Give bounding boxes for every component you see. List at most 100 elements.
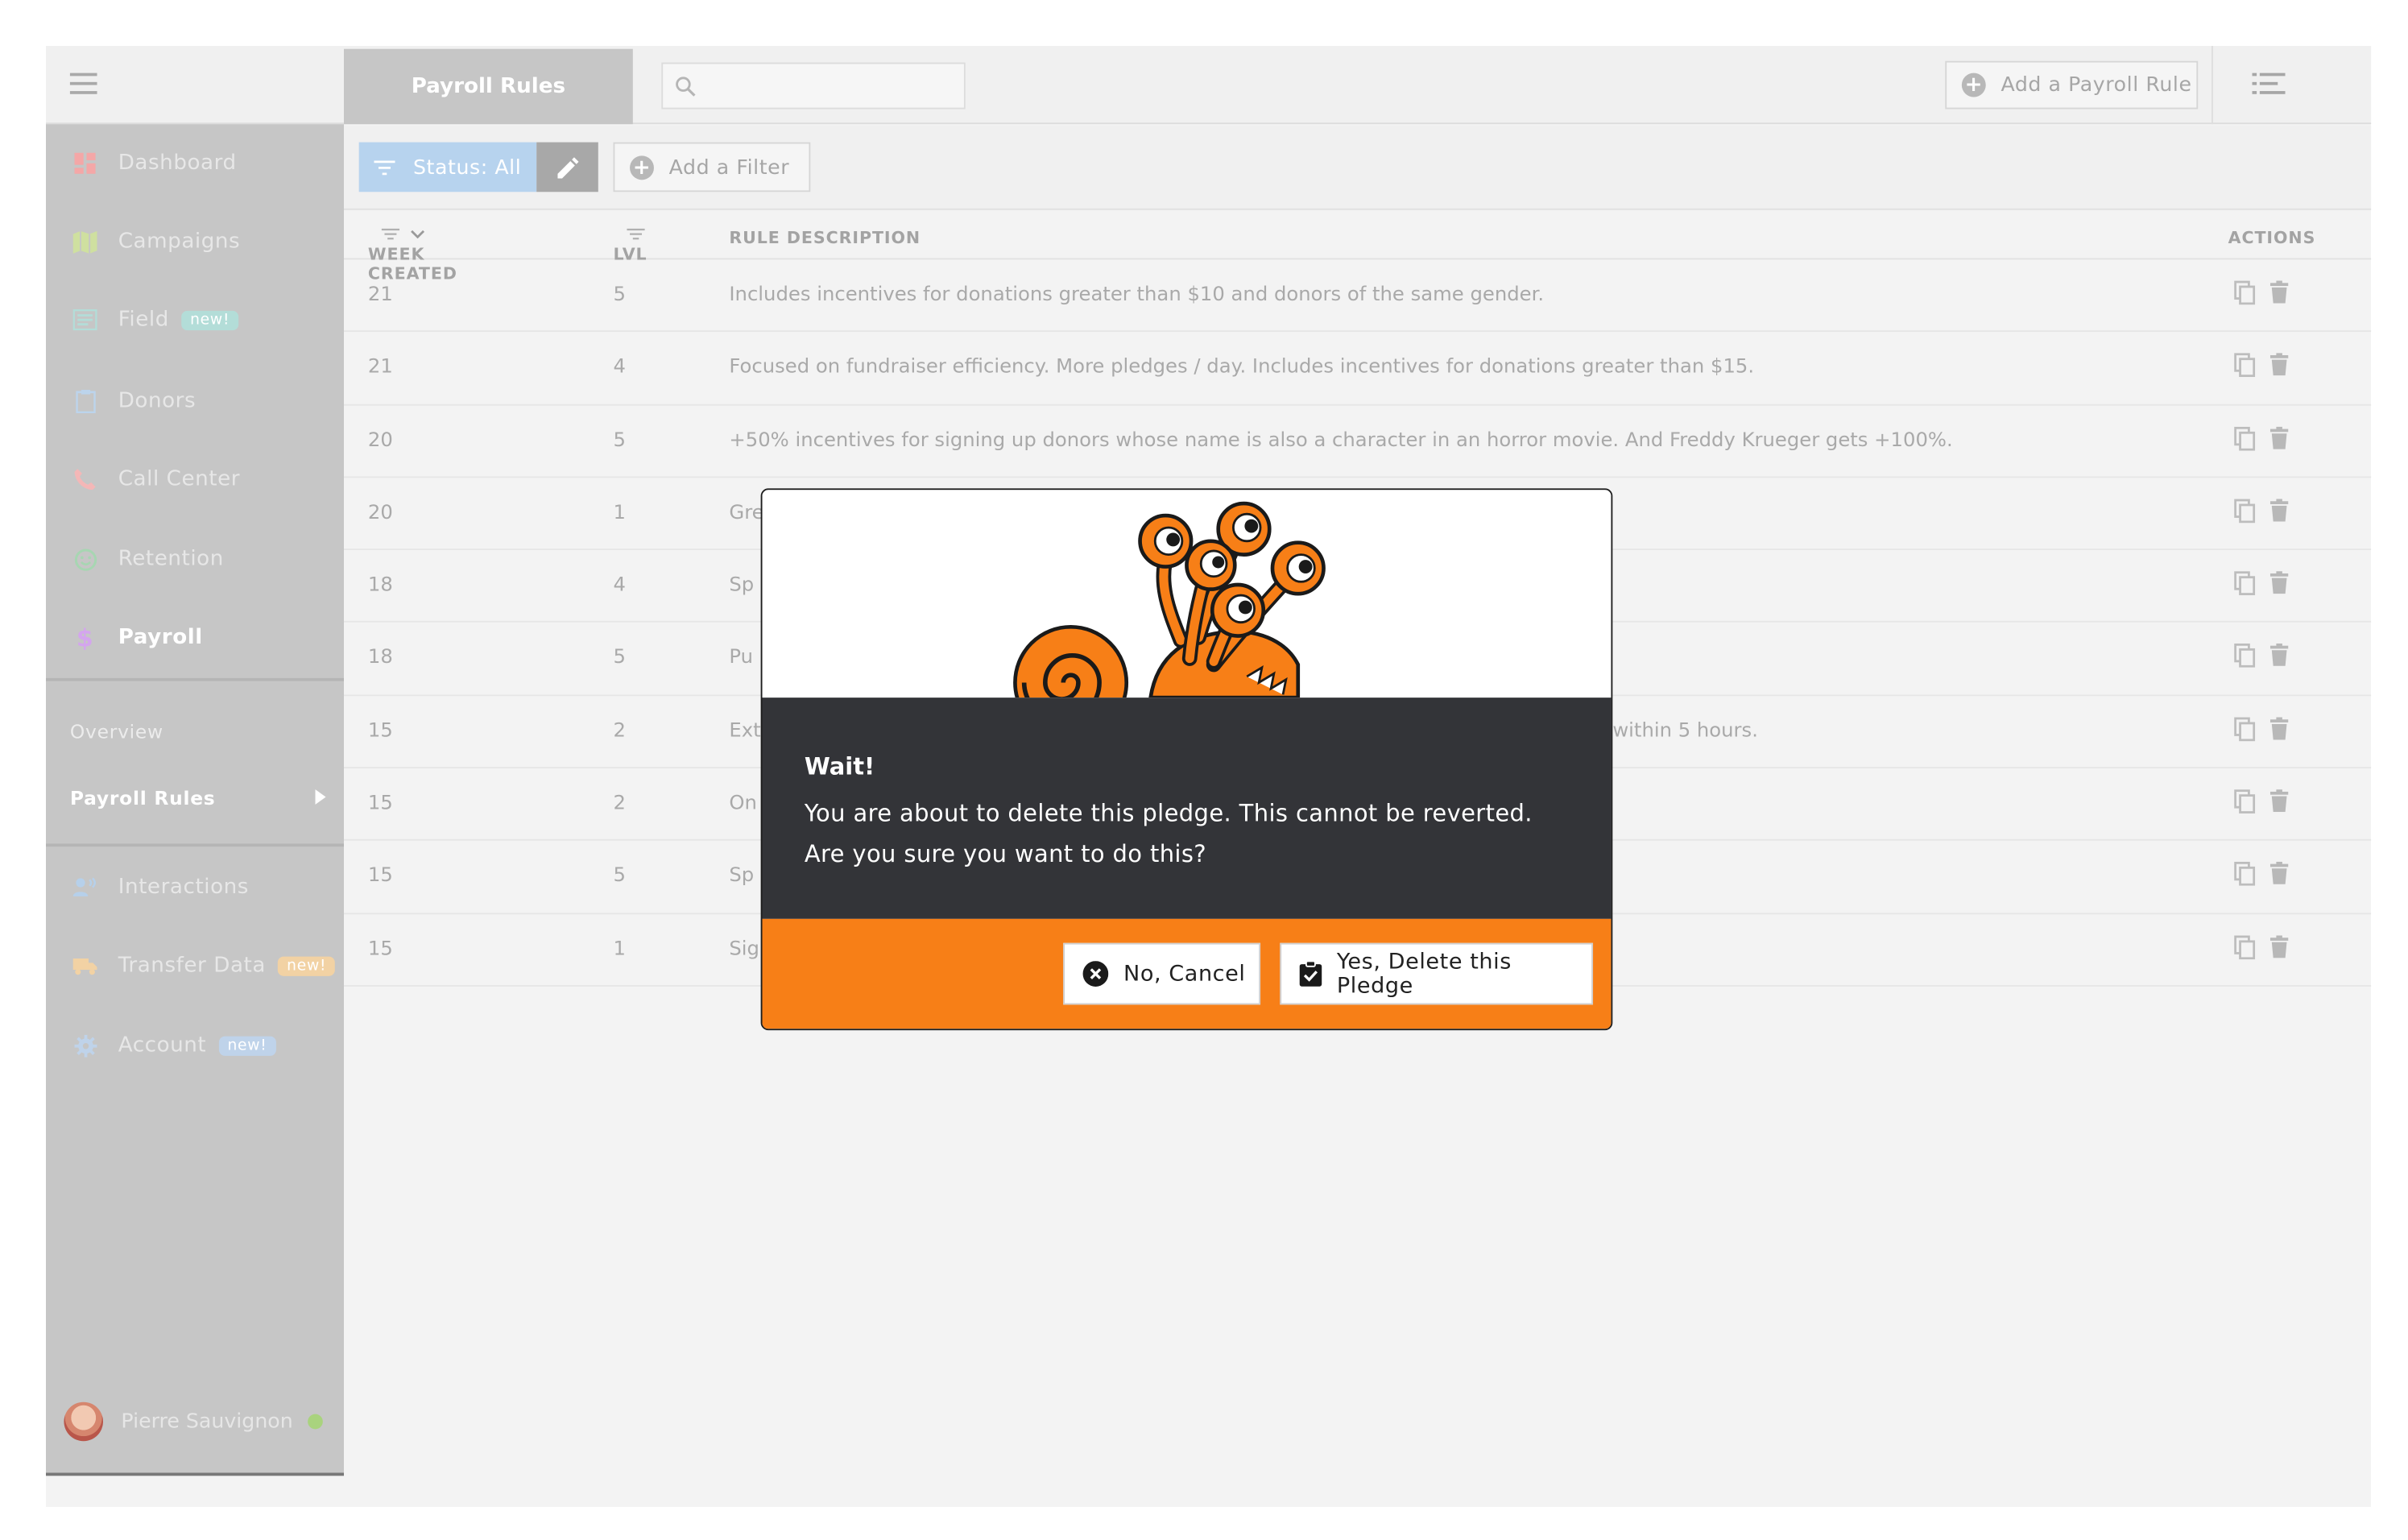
cell-week: 15 [367, 719, 393, 743]
sidebar-item-label: Donors [118, 389, 197, 413]
sidebar-item-call-center[interactable]: Call Center [46, 449, 344, 510]
copy-icon[interactable] [2234, 862, 2256, 892]
search-input[interactable] [708, 74, 950, 97]
hamburger-menu-icon[interactable] [69, 72, 97, 94]
cell-week: 15 [367, 938, 393, 961]
confirm-delete-button[interactable]: Yes, Delete this Pledge [1280, 942, 1594, 1005]
status-filter-chip[interactable]: Status: All [358, 142, 537, 192]
button-label: Yes, Delete this Pledge [1336, 950, 1512, 998]
row-actions [2234, 499, 2303, 528]
sidebar-divider [46, 843, 345, 847]
sidebar-item-retention[interactable]: Retention [46, 529, 344, 590]
filter-bar: Status: All + Add a Filter [344, 126, 2372, 210]
copy-icon[interactable] [2234, 280, 2256, 311]
cell-week: 21 [367, 284, 393, 307]
sidebar-item-label: Campaigns [118, 229, 241, 254]
trash-icon[interactable] [2269, 789, 2289, 819]
table-row[interactable]: 21 5 Includes incentives for donations gre… [344, 259, 2372, 333]
cell-lvl: 5 [613, 284, 626, 307]
sidebar-divider [46, 677, 345, 681]
row-actions [2234, 644, 2303, 674]
row-actions [2234, 571, 2303, 602]
table-row[interactable]: 20 5 +50% incentives for signing up donors… [344, 405, 2372, 478]
plus-circle-icon: + [630, 155, 654, 180]
sidebar-item-label: Call Center [118, 467, 241, 492]
copy-icon[interactable] [2234, 789, 2256, 819]
sidebar-header [46, 46, 345, 125]
cell-week: 20 [367, 502, 393, 525]
copy-icon[interactable] [2234, 571, 2256, 602]
chip-label: Status: All [412, 155, 522, 180]
cell-week: 15 [367, 793, 393, 816]
clipboard-check-icon [1299, 961, 1322, 987]
column-header-lvl[interactable]: LVL [613, 228, 647, 264]
copy-icon[interactable] [2234, 499, 2256, 528]
trash-icon[interactable] [2269, 353, 2289, 383]
copy-icon[interactable] [2234, 717, 2256, 747]
page-title: Payroll Rules [344, 48, 633, 125]
edit-filter-button[interactable] [536, 142, 598, 192]
new-badge: new! [180, 309, 239, 330]
new-badge: new! [218, 1035, 276, 1055]
field-icon [72, 308, 97, 332]
trash-icon[interactable] [2269, 571, 2289, 602]
avatar [64, 1401, 104, 1442]
map-icon [72, 230, 97, 254]
trash-icon[interactable] [2269, 934, 2289, 965]
row-actions [2234, 426, 2303, 456]
trash-icon[interactable] [2269, 499, 2289, 528]
button-label: Add a Payroll Rule [2000, 72, 2192, 97]
list-view-icon[interactable] [2252, 72, 2286, 96]
row-actions [2234, 280, 2303, 311]
sidebar-item-label: Retention [118, 547, 224, 572]
screen: Dashboard Campaigns Field new! Donors Ca… [46, 46, 2372, 1476]
add-payroll-rule-button[interactable]: + Add a Payroll Rule [1945, 60, 2199, 110]
copy-icon[interactable] [2234, 644, 2256, 674]
close-circle-icon [1082, 961, 1109, 987]
sidebar-item-campaigns[interactable]: Campaigns [46, 212, 344, 272]
trash-icon[interactable] [2269, 862, 2289, 892]
column-header-week-created[interactable]: WEEK CREATED [368, 228, 457, 284]
copy-icon[interactable] [2234, 426, 2256, 456]
cell-lvl: 4 [613, 574, 626, 598]
sidebar-item-field[interactable]: Field new! [46, 290, 344, 350]
search-box[interactable] [661, 62, 966, 110]
copy-icon[interactable] [2234, 934, 2256, 965]
column-header-actions: ACTIONS [2228, 228, 2316, 248]
dialog-actions: No, Cancel Yes, Delete this Pledge [762, 918, 1612, 1029]
trash-icon[interactable] [2269, 280, 2289, 311]
cell-description: On [729, 793, 757, 816]
sidebar-item-label: Transfer Data [118, 953, 266, 978]
copy-icon[interactable] [2234, 353, 2256, 383]
cell-description: Includes incentives for donations greate… [729, 284, 1545, 307]
subitem-label: Overview [69, 719, 163, 743]
phone-icon [73, 467, 97, 491]
sidebar-item-account[interactable]: Account new! [46, 1015, 344, 1075]
sidebar-item-transfer-data[interactable]: Transfer Data new! [46, 935, 344, 996]
cell-week: 20 [367, 428, 393, 452]
top-bar: Payroll Rules + Add a Payroll Rule [344, 46, 2372, 125]
sidebar-item-interactions[interactable]: Interactions [46, 857, 344, 917]
sidebar-subitem-overview[interactable]: Overview [70, 717, 326, 744]
cell-lvl: 2 [613, 793, 626, 816]
add-filter-button[interactable]: + Add a Filter [613, 142, 811, 192]
cancel-button[interactable]: No, Cancel [1063, 942, 1261, 1005]
table-row[interactable]: 21 4 Focused on fundraiser efficiency. Mor… [344, 333, 2372, 405]
sidebar-item-dashboard[interactable]: Dashboard [46, 133, 344, 193]
dialog-heading: Wait! [804, 753, 875, 780]
user-profile[interactable]: Pierre Sauvignon [64, 1401, 334, 1443]
trash-icon[interactable] [2269, 717, 2289, 747]
trash-icon[interactable] [2269, 644, 2289, 674]
cell-lvl: 5 [613, 865, 626, 888]
row-actions [2234, 353, 2303, 383]
sidebar-item-payroll[interactable]: $ Payroll [46, 607, 344, 668]
sidebar-subitem-payroll-rules[interactable]: Payroll Rules [70, 784, 326, 811]
truck-icon [72, 954, 97, 978]
monster-icon [1013, 501, 1326, 698]
dialog-message: Wait! You are about to delete this pledg… [762, 698, 1612, 919]
cell-lvl: 1 [613, 502, 626, 525]
trash-icon[interactable] [2269, 426, 2289, 456]
sort-icon [627, 228, 645, 240]
topbar-divider [2211, 46, 2213, 125]
sidebar-item-donors[interactable]: Donors [46, 371, 344, 432]
